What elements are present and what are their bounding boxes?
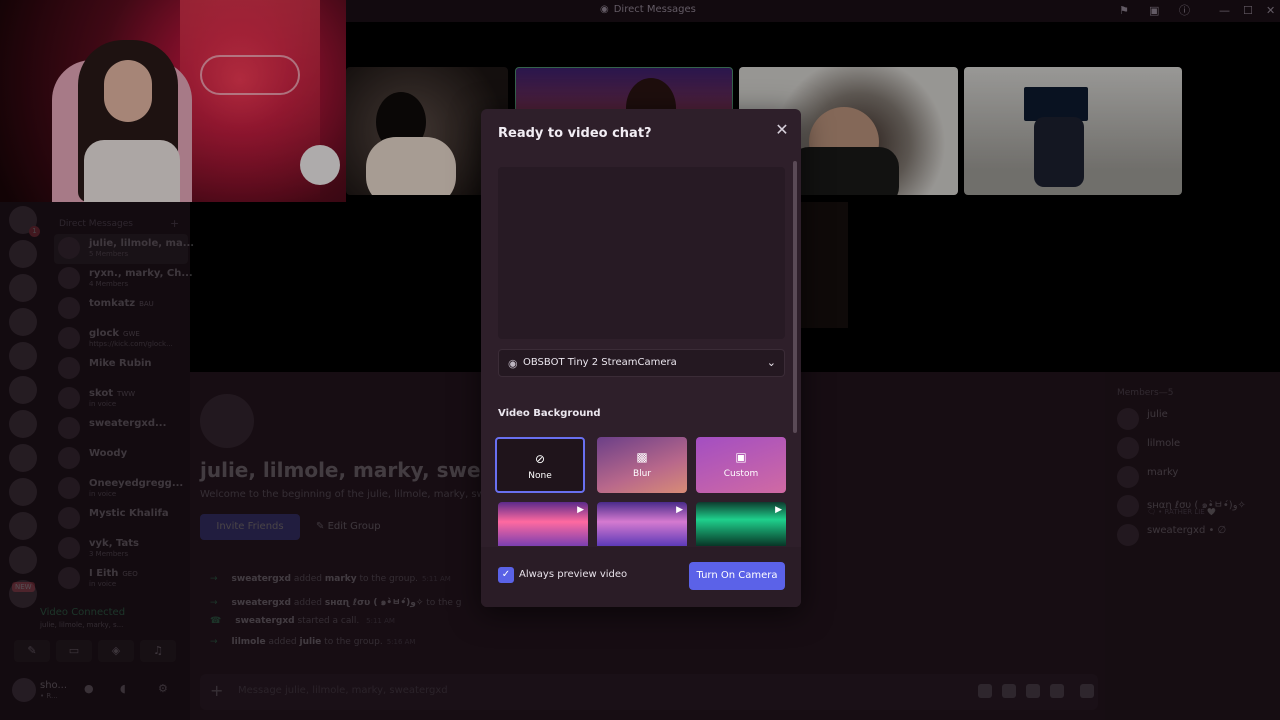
camera-preview [498, 167, 785, 339]
background-option-blur[interactable]: ▩ Blur [597, 437, 687, 493]
background-option-custom[interactable]: ▣ Custom [696, 437, 786, 493]
background-option-label: Blur [632, 469, 652, 479]
video-background-label: Video Background [498, 408, 601, 419]
background-thumbnail[interactable]: ▶ [498, 502, 588, 546]
turn-on-camera-button[interactable]: Turn On Camera [689, 562, 785, 590]
none-icon: ⊘ [534, 452, 546, 466]
always-preview-checkbox[interactable]: ✓ [498, 567, 514, 583]
camera-select-value: OBSBOT Tiny 2 StreamCamera [523, 357, 677, 368]
modal-footer: ✓ Always preview video Turn On Camera [481, 547, 801, 607]
background-option-label: None [528, 471, 552, 481]
close-icon[interactable]: ✕ [773, 121, 791, 139]
blur-icon: ▩ [636, 450, 648, 464]
scrollbar[interactable] [793, 161, 797, 433]
background-thumbnail[interactable]: ▶ [597, 502, 687, 546]
camera-select[interactable]: ◉ OBSBOT Tiny 2 StreamCamera ⌄ [498, 349, 785, 377]
always-preview-label: Always preview video [519, 569, 628, 580]
background-option-none[interactable]: ⊘ None [495, 437, 585, 493]
camera-icon: ◉ [508, 357, 518, 370]
background-thumbnail[interactable]: ▶ [696, 502, 786, 546]
play-icon: ▶ [775, 505, 782, 515]
video-chat-modal: Ready to video chat? ✕ ◉ OBSBOT Tiny 2 S… [481, 109, 801, 607]
background-option-label: Custom [723, 469, 759, 479]
turn-on-camera-label: Turn On Camera [696, 570, 778, 581]
play-icon: ▶ [676, 505, 683, 515]
modal-title: Ready to video chat? [498, 126, 652, 141]
chevron-down-icon: ⌄ [766, 356, 776, 369]
play-icon: ▶ [577, 505, 584, 515]
custom-image-icon: ▣ [735, 450, 747, 464]
